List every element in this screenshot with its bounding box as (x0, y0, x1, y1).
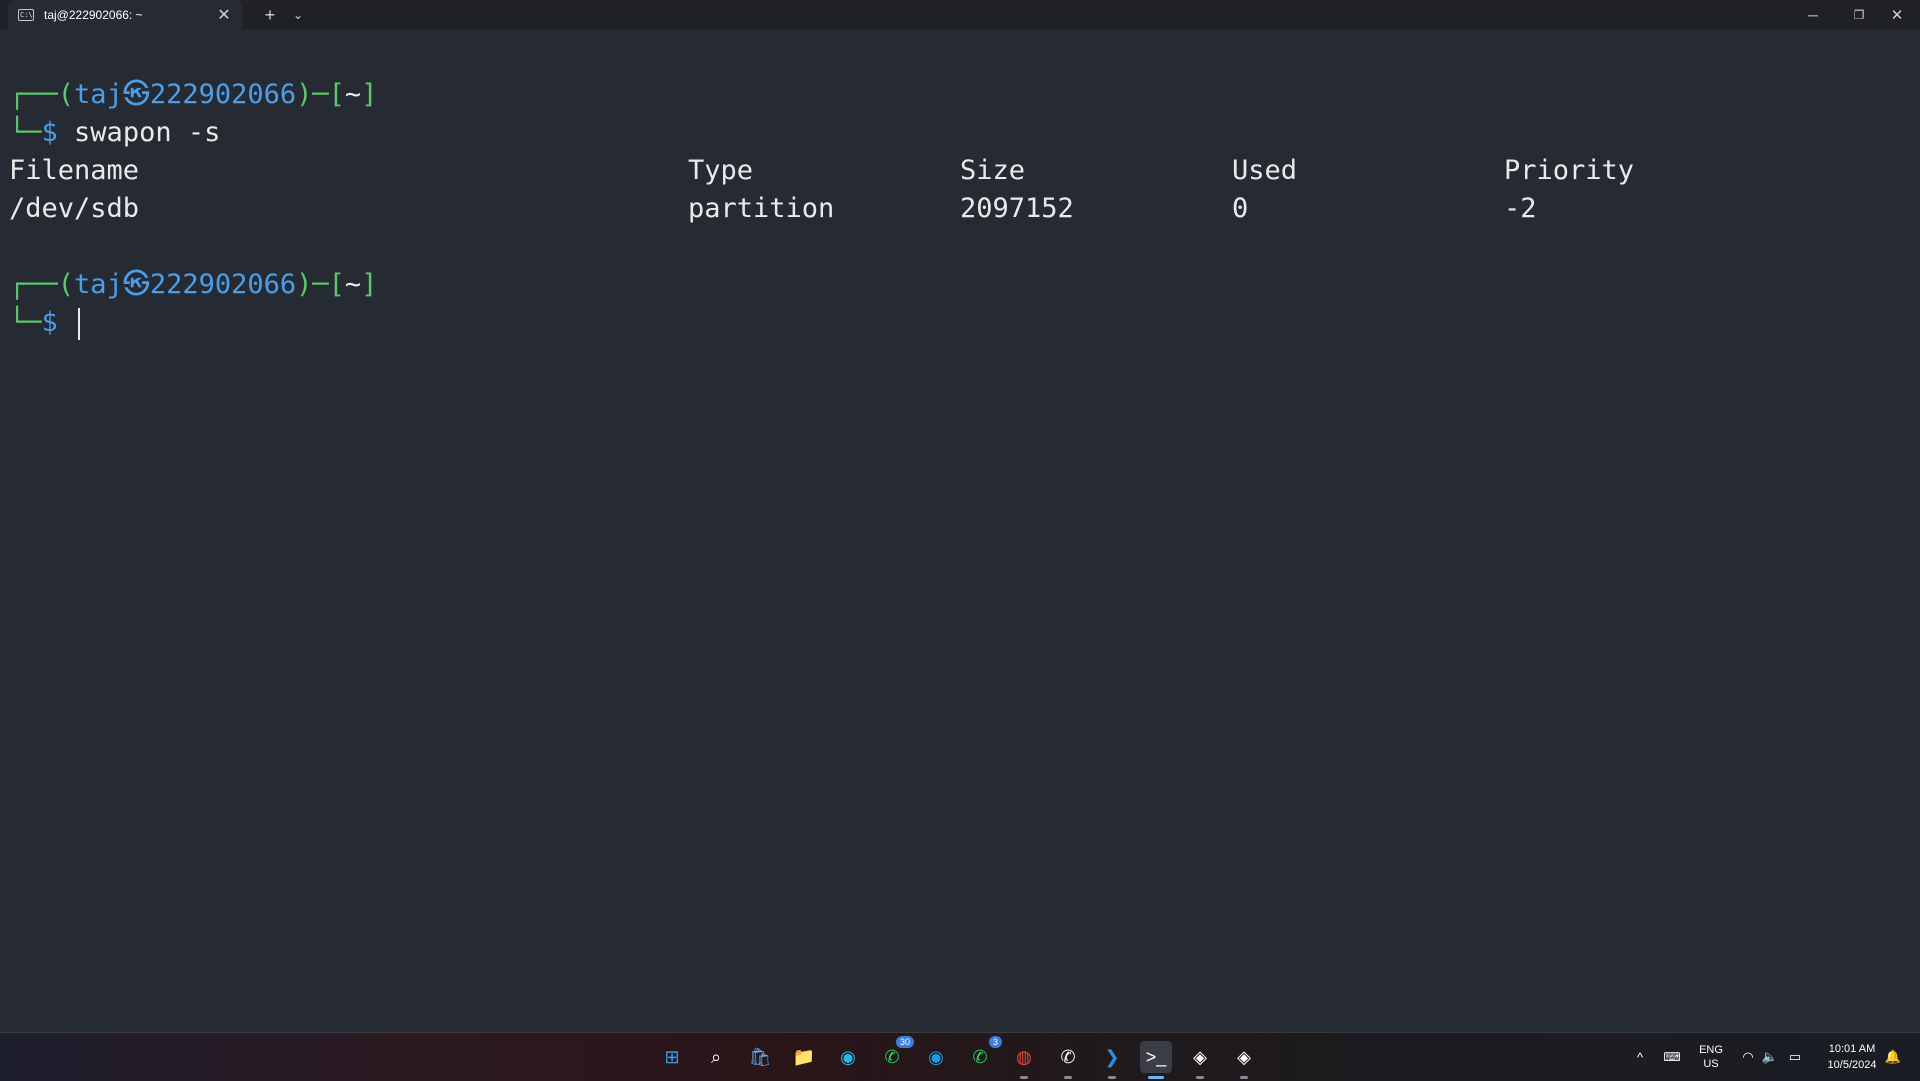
windows-start-icon[interactable]: ⊞ (656, 1041, 688, 1073)
search-icon[interactable]: ⌕ (700, 1041, 732, 1073)
header-size: Size (960, 155, 1026, 186)
prompt-line: ┌──(taj㉿222902066)─[~] (9, 266, 377, 304)
prompt-dollar: $ (41, 307, 58, 338)
whatsapp-business-icon[interactable]: ✆ 3 (964, 1036, 1002, 1073)
keyboard-icon[interactable]: ⌨ (1660, 1033, 1684, 1081)
prompt-frame: ] (361, 269, 378, 300)
command-line[interactable]: └─$ (9, 304, 81, 342)
vpn-client-2-icon[interactable]: ◈ (1228, 1041, 1260, 1079)
running-indicator (1148, 1076, 1164, 1079)
close-tab-icon[interactable]: ✕ (216, 5, 232, 25)
prompt-user: taj (74, 269, 123, 300)
header-priority: Priority (1504, 155, 1635, 186)
whatsapp-web-icon[interactable]: ✆ (1052, 1041, 1084, 1079)
vpn-client-icon[interactable]: ◈ (1184, 1041, 1216, 1079)
notification-badge: 3 (988, 1036, 1002, 1048)
windows-start-icon-glyph: ⊞ (664, 1046, 680, 1067)
header-type: Type (688, 155, 754, 186)
terminal-icon[interactable]: >_ (1140, 1041, 1172, 1079)
prompt-frame: ┌──( (9, 79, 75, 110)
new-tab-button[interactable]: + (256, 0, 284, 30)
cell-priority: -2 (1504, 193, 1537, 224)
microsoft-store-icon[interactable]: 🛍 (744, 1041, 776, 1073)
minimize-button[interactable]: ─ (1790, 0, 1836, 30)
show-hidden-icons-chevron-up-icon[interactable]: ^ (1630, 1033, 1650, 1081)
whatsapp-web-icon-glyph: ✆ (1060, 1046, 1076, 1067)
terminal-icon-glyph: >_ (1145, 1046, 1167, 1067)
prompt-user: taj (74, 79, 123, 110)
battery-icon[interactable]: ▭ (1784, 1033, 1806, 1081)
chrome-icon[interactable]: ◍ (1008, 1041, 1040, 1079)
cell-filename: /dev/sdb (9, 193, 140, 224)
language-indicator[interactable]: ENG US (1694, 1033, 1728, 1081)
whatsapp-icon[interactable]: ✆ 30 (876, 1036, 914, 1073)
command-line: └─$ swapon -s (9, 114, 220, 152)
taskbar-apps: ⊞ ⌕ 🛍 📁 ◉ ✆ 30 ◉ ✆ 3 ◍ ✆ ❯ >_ ◈ ◈ (656, 1036, 1260, 1079)
whatsapp-business-icon-glyph: ✆ (972, 1046, 988, 1067)
command-text: swapon -s (74, 117, 221, 148)
edge-dev-icon[interactable]: ◉ (920, 1041, 952, 1073)
clock-date: 10/5/2024 (1827, 1059, 1877, 1071)
terminal-tab[interactable]: C:\ taj@222902066: ~ ✕ (8, 0, 242, 30)
prompt-line: ┌──(taj㉿222902066)─[~] (9, 76, 377, 114)
running-indicator (1108, 1076, 1116, 1079)
tab-title: taj@222902066: ~ (44, 8, 143, 22)
edge-dev-icon-glyph: ◉ (928, 1046, 944, 1067)
edge-icon-glyph: ◉ (840, 1046, 856, 1067)
vscode-icon[interactable]: ❯ (1096, 1041, 1128, 1079)
chrome-icon-glyph: ◍ (1016, 1046, 1032, 1067)
clock-time: 10:01 AM (1828, 1043, 1876, 1055)
terminal-output[interactable]: ┌──(taj㉿222902066)─[~] └─$ swapon -s Fil… (0, 30, 1920, 1032)
file-explorer-icon-glyph: 📁 (792, 1046, 816, 1067)
prompt-frame: )─[ (296, 269, 345, 300)
prompt-host: 222902066 (149, 79, 297, 110)
prompt-dir: ~ (344, 269, 362, 300)
close-window-button[interactable]: ✕ (1874, 0, 1920, 30)
terminal-tab-icon: C:\ (18, 9, 34, 21)
text-cursor (78, 307, 81, 340)
running-indicator (1020, 1076, 1028, 1079)
prompt-frame: ┌──( (9, 269, 75, 300)
prompt-dir: ~ (344, 79, 362, 110)
running-indicator (1196, 1076, 1204, 1079)
prompt-frame: └─ (9, 117, 42, 148)
running-indicator (1240, 1076, 1248, 1079)
whatsapp-icon-glyph: ✆ (884, 1046, 900, 1067)
volume-icon[interactable]: 🔈 (1760, 1033, 1780, 1081)
file-explorer-icon[interactable]: 📁 (788, 1041, 820, 1073)
prompt-host: 222902066 (149, 269, 297, 300)
vscode-icon-glyph: ❯ (1104, 1046, 1120, 1067)
prompt-frame: ] (361, 79, 378, 110)
cell-used: 0 (1232, 193, 1249, 224)
prompt-at-symbol: ㉿ (122, 269, 150, 300)
running-indicator (1064, 1076, 1072, 1079)
language-code: ENG (1699, 1044, 1723, 1056)
header-used: Used (1232, 155, 1298, 186)
clock[interactable]: 10:01 AM 10/5/2024 (1812, 1033, 1892, 1081)
microsoft-store-icon-glyph: 🛍 (748, 1046, 772, 1067)
vpn-client-2-icon-glyph: ◈ (1237, 1046, 1251, 1067)
taskbar: ⊞ ⌕ 🛍 📁 ◉ ✆ 30 ◉ ✆ 3 ◍ ✆ ❯ >_ ◈ ◈ ^ ⌨ ENG US ◠ 🔈 ▭ 10:0… (0, 1032, 1920, 1081)
header-filename: Filename (9, 155, 140, 186)
wifi-icon[interactable]: ◠ (1738, 1033, 1758, 1081)
title-bar: C:\ taj@222902066: ~ ✕ + ⌄ ─ ❐ ✕ (0, 0, 1920, 30)
prompt-frame: └─ (9, 307, 42, 338)
notification-badge: 30 (895, 1036, 914, 1048)
prompt-dollar: $ (41, 117, 58, 148)
tab-dropdown-chevron-icon[interactable]: ⌄ (286, 0, 310, 30)
prompt-frame: )─[ (296, 79, 345, 110)
vpn-client-icon-glyph: ◈ (1193, 1046, 1207, 1067)
search-icon-glyph: ⌕ (710, 1046, 722, 1067)
language-region: US (1703, 1058, 1719, 1070)
notification-bell-icon[interactable]: 🔔 (1882, 1033, 1904, 1081)
edge-icon[interactable]: ◉ (832, 1041, 864, 1073)
cell-size: 2097152 (960, 193, 1074, 224)
prompt-at-symbol: ㉿ (122, 79, 150, 110)
cell-type: partition (688, 193, 835, 224)
